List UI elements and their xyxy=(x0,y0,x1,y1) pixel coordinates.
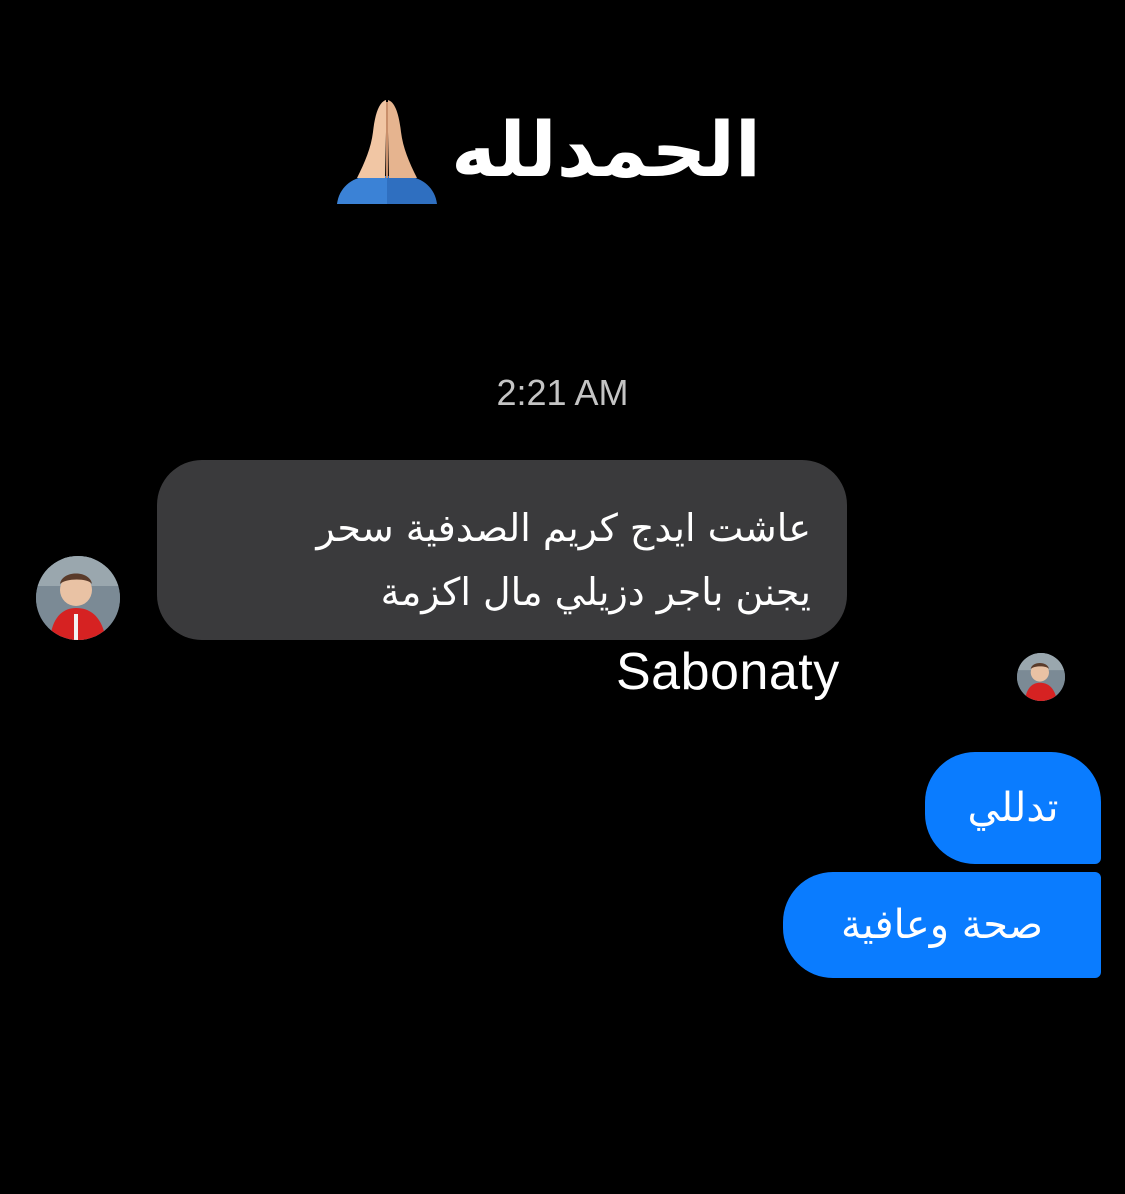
sender-name: Sabonaty xyxy=(616,643,840,701)
folded-hands-icon xyxy=(329,92,445,208)
outgoing-message-text: صحة وعافية xyxy=(841,902,1043,948)
outgoing-message-bubble[interactable]: تدللي xyxy=(925,752,1101,864)
overlay-title-text: الحمدلله xyxy=(451,105,761,194)
incoming-message-bubble[interactable]: عاشت ايدج كريم الصدفية سحر يجنن باجر دزي… xyxy=(157,460,847,640)
read-receipt-avatar xyxy=(1017,653,1065,701)
overlay-caption: الحمدلله xyxy=(329,80,761,220)
contact-avatar[interactable] xyxy=(36,556,120,640)
incoming-message-line: يجنن باجر دزيلي مال اكزمة xyxy=(380,570,811,614)
incoming-message-line: عاشت ايدج كريم الصدفية سحر xyxy=(316,506,811,550)
outgoing-message-bubble[interactable]: صحة وعافية xyxy=(783,872,1101,978)
outgoing-message-text: تدللي xyxy=(967,785,1059,831)
message-timestamp: 2:21 AM xyxy=(496,372,629,413)
